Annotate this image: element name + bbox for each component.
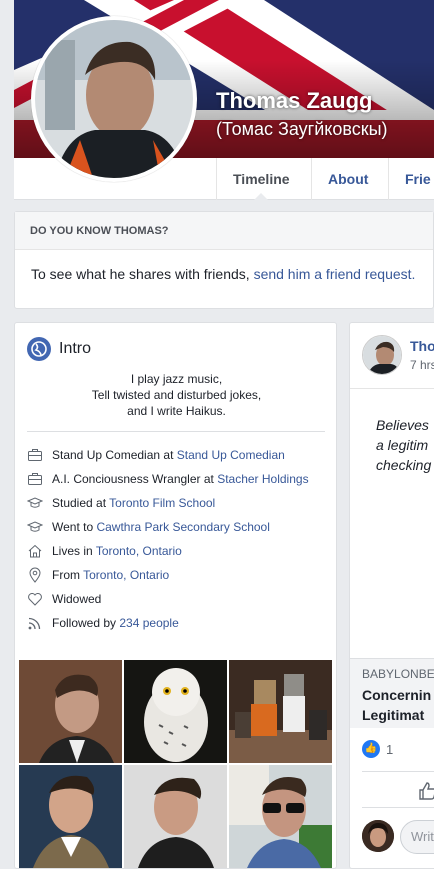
briefcase-icon [28, 449, 42, 461]
shared-link-preview[interactable]: BABYLONBE Concernin Legitimat [350, 658, 434, 728]
link-title-line: Concernin [362, 687, 432, 703]
post-text: Believes a legitim checking [376, 415, 431, 475]
fact-text: A.I. Conciousness Wrangler at [52, 472, 218, 486]
profile-name[interactable]: Thomas Zaugg [216, 88, 372, 114]
fact-link[interactable]: Cawthra Park Secondary School [96, 520, 269, 534]
bio-line: Tell twisted and disturbed jokes, [91, 388, 262, 402]
fact-link[interactable]: Toronto, Ontario [83, 568, 169, 582]
graduation-cap-icon [27, 497, 43, 508]
timeline-post: Tho 7 hrs Believes a legitim checking BA… [349, 322, 434, 869]
globe-icon [27, 337, 51, 361]
post-author-avatar[interactable] [362, 335, 402, 375]
photo-thumbnail[interactable] [229, 660, 332, 763]
heart-icon [28, 593, 42, 606]
commenter-avatar[interactable] [362, 820, 394, 852]
graduation-cap-icon [27, 521, 43, 532]
fact-link[interactable]: 234 people [119, 616, 178, 630]
like-button-icon[interactable] [418, 781, 434, 801]
intro-card: Intro I play jazz music, Tell twisted an… [14, 322, 337, 869]
fact-text: Followed by [52, 616, 120, 630]
comment-input[interactable]: Writ [400, 820, 434, 854]
post-text-line: Believes [376, 417, 429, 433]
fact-link[interactable]: Toronto Film School [109, 496, 215, 510]
photo-thumbnail[interactable] [124, 765, 227, 868]
home-icon [28, 544, 42, 558]
active-tab-indicator [253, 193, 269, 201]
briefcase-icon [28, 473, 42, 485]
intro-facts: Stand Up Comedian at Stand Up Comedian A… [27, 447, 327, 639]
photo-thumbnail[interactable] [19, 765, 122, 868]
fact-from: From Toronto, Ontario [27, 567, 327, 583]
fact-work-1: Stand Up Comedian at Stand Up Comedian [27, 447, 327, 463]
post-divider [362, 807, 434, 808]
post-author-name[interactable]: Tho [410, 338, 434, 354]
fact-text: Stand Up Comedian at [52, 448, 177, 462]
fact-text: Lives in [52, 544, 96, 558]
fact-work-2: A.I. Conciousness Wrangler at Stacher Ho… [27, 471, 327, 487]
bio-line: I play jazz music, [130, 372, 223, 386]
fact-lives-in: Lives in Toronto, Ontario [27, 543, 327, 559]
fact-relationship: Widowed [27, 591, 327, 607]
photo-thumbnail[interactable] [229, 765, 332, 868]
fact-link[interactable]: Stacher Holdings [217, 472, 308, 486]
fact-followers: Followed by 234 people [27, 615, 327, 631]
location-pin-icon [29, 567, 41, 583]
post-divider [362, 771, 434, 772]
friend-request-prompt: To see what he shares with friends, [31, 266, 254, 282]
intro-divider [27, 431, 325, 432]
friend-request-heading: DO YOU KNOW THOMAS? [15, 212, 433, 250]
tab-about[interactable]: About [311, 158, 384, 200]
fact-link[interactable]: Stand Up Comedian [177, 448, 285, 462]
photo-thumbnail[interactable] [124, 660, 227, 763]
post-divider [350, 388, 434, 389]
fact-text: From [52, 568, 84, 582]
post-text-line: a legitim [376, 437, 429, 453]
link-title-line: Legitimat [362, 707, 425, 723]
fact-link[interactable]: Toronto, Ontario [96, 544, 182, 558]
intro-title: Intro [59, 340, 92, 357]
send-friend-request-link[interactable]: send him a friend request. [254, 266, 416, 282]
post-text-line: checking [376, 457, 432, 473]
fact-text: Widowed [52, 592, 102, 606]
like-count[interactable]: 1 [386, 742, 393, 757]
photo-thumbnail[interactable] [19, 660, 122, 763]
bio-line: and I write Haikus. [127, 404, 226, 418]
profile-alternate-name: (Томас Заугйковскы) [216, 119, 388, 139]
tab-friends[interactable]: Frie [388, 158, 434, 200]
friend-request-text: To see what he shares with friends, send… [15, 250, 433, 282]
bio-text: I play jazz music, Tell twisted and dist… [15, 371, 336, 419]
post-timestamp[interactable]: 7 hrs [410, 358, 434, 372]
link-domain: BABYLONBE [362, 667, 434, 681]
link-title: Concernin Legitimat [362, 685, 431, 725]
fact-text: Went to [52, 520, 97, 534]
fact-education-2: Went to Cawthra Park Secondary School [27, 519, 327, 535]
fact-education-1: Studied at Toronto Film School [27, 495, 327, 511]
like-reaction-icon[interactable]: 👍 [362, 740, 380, 758]
fact-text: Studied at [52, 496, 110, 510]
profile-picture[interactable] [31, 16, 197, 182]
friend-request-panel: DO YOU KNOW THOMAS? To see what he share… [14, 211, 434, 309]
rss-icon [28, 617, 41, 630]
